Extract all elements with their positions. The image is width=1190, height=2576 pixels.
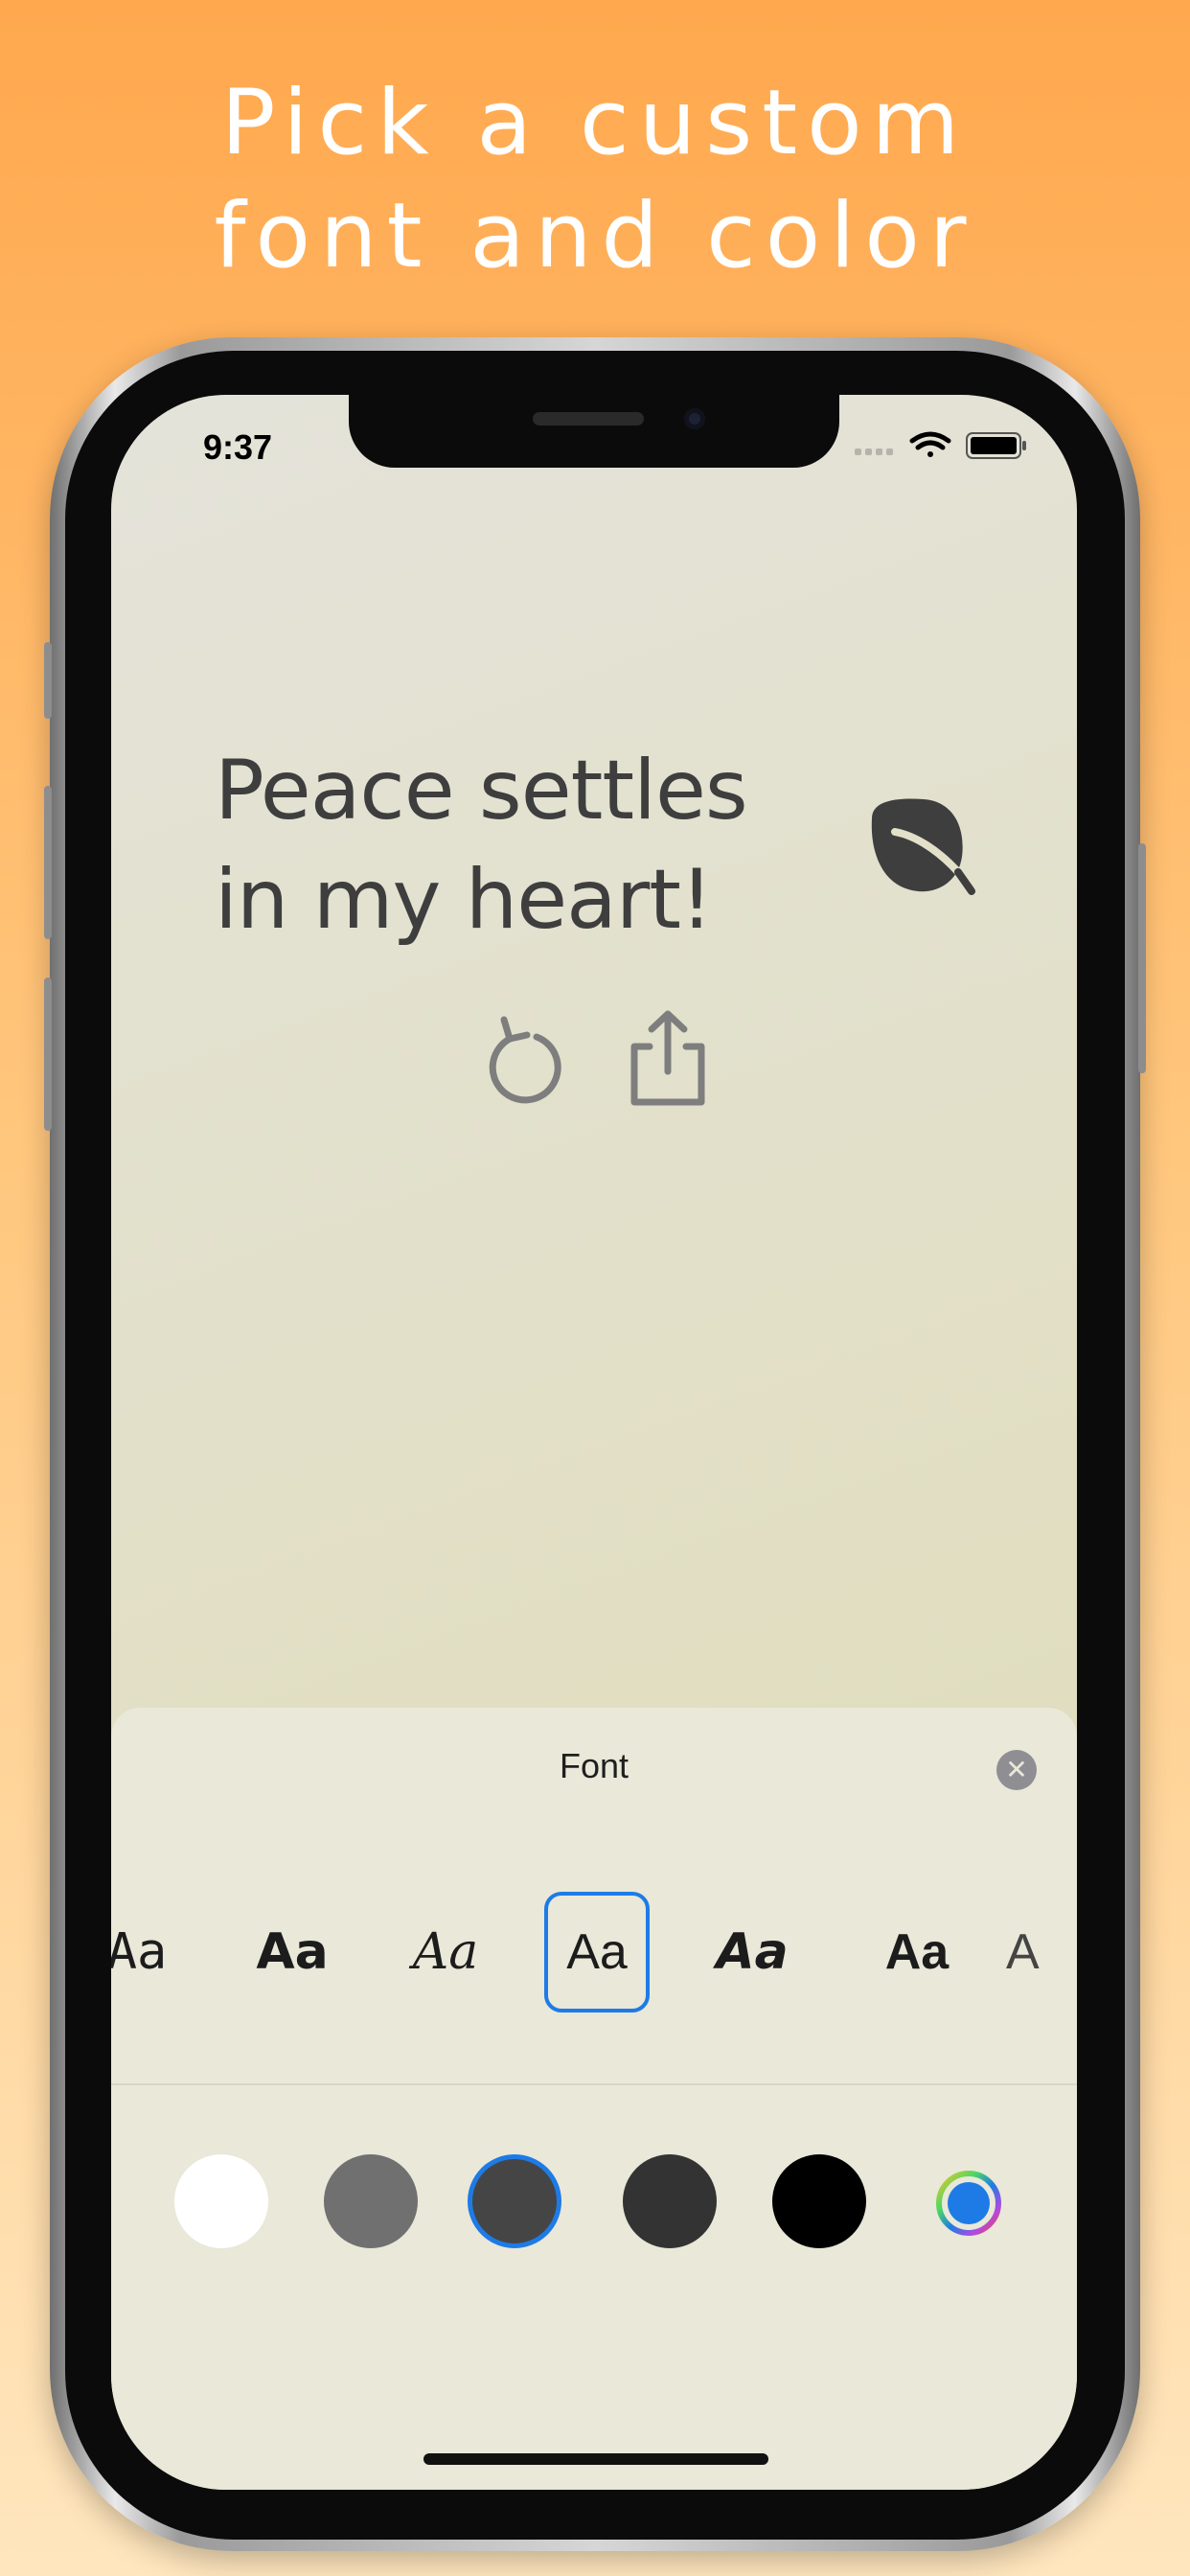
color-swatch-gray[interactable]	[324, 2154, 418, 2248]
color-swatch-white[interactable]	[174, 2154, 268, 2248]
promo-line-2: font and color	[214, 184, 976, 288]
front-camera	[684, 408, 705, 429]
status-indicators	[855, 431, 1026, 459]
color-swatch-charcoal[interactable]	[623, 2154, 717, 2248]
color-wheel-icon[interactable]	[935, 2170, 1002, 2237]
earpiece-speaker	[533, 412, 644, 426]
font-option[interactable]: Aa	[393, 1892, 498, 2012]
font-option-label: Aa	[566, 1924, 628, 1980]
color-swatch-black[interactable]	[772, 2154, 866, 2248]
wifi-icon	[909, 431, 951, 457]
leaf-icon[interactable]	[866, 792, 981, 907]
font-options: Aa Aa Aa Aa Aa Aa A	[111, 1892, 1077, 2016]
font-option[interactable]: Aa	[864, 1892, 970, 2012]
battery-icon	[966, 432, 1026, 459]
promo-line-1: Pick a custom	[220, 71, 970, 175]
home-indicator	[423, 2453, 768, 2465]
font-option[interactable]: Aa	[111, 1892, 190, 2012]
font-option[interactable]: A	[1006, 1892, 1077, 2012]
font-option[interactable]: Aa	[240, 1892, 345, 2012]
mute-switch	[44, 642, 52, 719]
status-time: 9:37	[203, 427, 273, 467]
font-color-sheet: Font ✕ Aa Aa Aa Aa Aa Aa A	[111, 1708, 1077, 2490]
refresh-button[interactable]	[481, 1014, 567, 1106]
notch	[349, 395, 839, 468]
sheet-divider	[111, 2083, 1077, 2085]
phone-screen: 9:37 Peace settles in my heart! Font ✕ A…	[111, 395, 1077, 2490]
font-option[interactable]: Aa	[699, 1892, 805, 2012]
volume-up-button	[44, 786, 52, 939]
color-swatch-dark-gray-selected[interactable]	[468, 2154, 561, 2248]
power-button	[1138, 843, 1146, 1073]
sheet-title: Font	[559, 1746, 629, 1785]
close-button[interactable]: ✕	[996, 1750, 1037, 1790]
promo-headline: Pick a custom font and color	[0, 67, 1190, 293]
volume-down-button	[44, 978, 52, 1131]
share-button[interactable]	[625, 1008, 711, 1108]
font-option-selected[interactable]: Aa	[544, 1892, 650, 2012]
signal-icon	[855, 448, 893, 455]
quote-text: Peace settles in my heart!	[215, 743, 748, 948]
